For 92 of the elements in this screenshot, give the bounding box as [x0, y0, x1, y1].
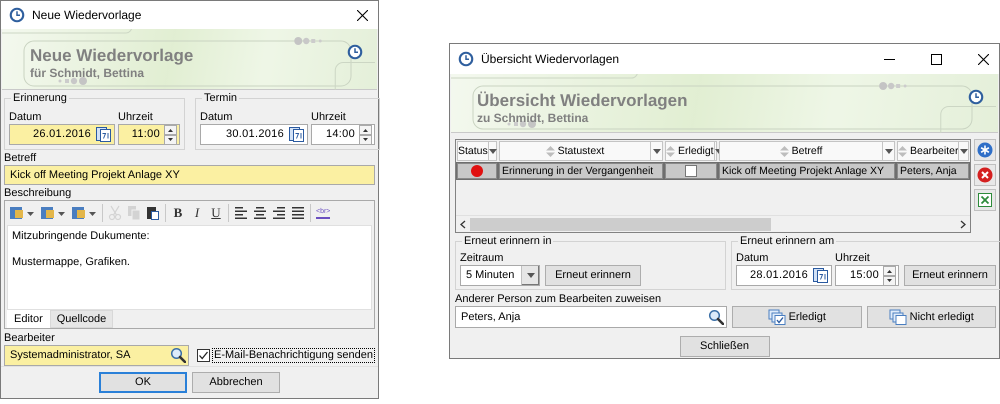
- maximize-button[interactable]: [931, 54, 942, 64]
- insert-menu-icon[interactable]: [40, 205, 66, 222]
- close-button[interactable]: [978, 54, 989, 64]
- spreadsheet-button[interactable]: [974, 189, 996, 211]
- column-header[interactable]: Bearbeiter: [897, 141, 969, 161]
- asterisk-icon: [977, 142, 993, 158]
- spreadsheet-icon: [977, 192, 993, 208]
- horizontal-scrollbar[interactable]: [456, 215, 970, 232]
- field-label: Uhrzeit: [835, 251, 871, 265]
- insert-menu-icon[interactable]: [9, 205, 35, 222]
- column-header[interactable]: Statustext: [499, 141, 663, 161]
- column-header[interactable]: Betreff: [719, 141, 895, 161]
- caret-icon[interactable]: [960, 148, 968, 154]
- stacked-windows-icon: [888, 309, 907, 326]
- delete-button[interactable]: [974, 164, 996, 186]
- date-field[interactable]: 28.01.2016: [736, 265, 832, 286]
- period-dropdown[interactable]: 5 Minuten: [460, 265, 540, 286]
- field-label: Datum: [9, 110, 42, 124]
- close-button[interactable]: [357, 10, 368, 20]
- field-label: Datum: [200, 110, 234, 124]
- text-paragraph: Mustermappe, Grafiken.: [12, 256, 131, 269]
- window-title: Neue Wiedervorlage: [32, 8, 142, 22]
- close-dialog-button[interactable]: Schließen: [680, 336, 770, 358]
- text-paragraph: Mitzubringende Dukumente:: [12, 230, 151, 244]
- time-field[interactable]: 15:00: [835, 265, 899, 286]
- editor-tab[interactable]: Editor: [7, 310, 50, 328]
- assignee-field[interactable]: Peters, Anja: [455, 306, 727, 328]
- group-legend: Erinnerung: [11, 91, 69, 105]
- table-cell: Erinnerung in der Vergangenheit: [499, 163, 663, 179]
- dialog-button[interactable]: OK: [99, 372, 187, 393]
- column-header[interactable]: Erledigt: [665, 141, 717, 161]
- align-left-icon[interactable]: [234, 205, 248, 222]
- window-title: Übersicht Wiedervorlagen: [481, 52, 620, 66]
- date-field[interactable]: 26.01.2016: [9, 124, 115, 145]
- paste-icon[interactable]: [146, 205, 160, 222]
- checkbox-label[interactable]: E-Mail-Benachrichtigung senden: [212, 348, 375, 363]
- caret-icon[interactable]: [884, 148, 892, 154]
- field-label: Uhrzeit: [311, 110, 347, 124]
- bold-button[interactable]: B: [171, 205, 185, 222]
- date-field[interactable]: 30.01.2016: [200, 124, 308, 145]
- time-field[interactable]: 14:00: [311, 124, 375, 145]
- remind-again-button[interactable]: Erneut erinnern: [545, 265, 641, 286]
- table-cell: Kick off Meeting Projekt Anlage XY: [719, 163, 895, 179]
- editor-text-area[interactable]: Mitzubringende Dukumente: Mustermappe, Grafiken.: [7, 225, 372, 310]
- insert-menu-icon[interactable]: [71, 205, 97, 222]
- align-right-icon[interactable]: [272, 205, 286, 222]
- align-center-icon[interactable]: [253, 205, 267, 222]
- caret-icon[interactable]: [488, 148, 497, 154]
- field-label: Zeitraum: [460, 251, 504, 265]
- status-button[interactable]: Erledigt: [732, 306, 862, 328]
- caret-icon[interactable]: [526, 273, 534, 278]
- caret-icon[interactable]: [652, 148, 660, 154]
- underline-button[interactable]: U: [209, 205, 223, 222]
- assignee-field[interactable]: Systemadministrator, SA: [4, 344, 190, 366]
- checked-windows-icon: [768, 309, 786, 326]
- clock-icon: [347, 44, 363, 60]
- calendar-icon[interactable]: [288, 126, 305, 143]
- field-label: Anderer Person zum Bearbeiten zuweisen: [455, 292, 662, 306]
- search-icon[interactable]: [708, 309, 724, 326]
- justify-icon[interactable]: [291, 205, 305, 222]
- subject-field[interactable]: Kick off Meeting Projekt Anlage XY: [4, 165, 375, 186]
- remind-again-button[interactable]: Erneut erinnern: [904, 265, 996, 286]
- clock-icon: [458, 51, 474, 67]
- banner-subtitle: für Schmidt, Bettina: [30, 66, 144, 80]
- clock-icon: [968, 89, 984, 105]
- table-cell: Peters, Anja: [897, 163, 969, 179]
- spin-buttons[interactable]: [164, 124, 177, 144]
- italic-button[interactable]: I: [190, 205, 204, 222]
- banner-title: Neue Wiedervorlage: [30, 46, 194, 66]
- checkbox[interactable]: [197, 348, 210, 362]
- time-field[interactable]: 11:00: [118, 124, 180, 145]
- field-label: Uhrzeit: [118, 110, 154, 124]
- field-label: Datum: [736, 251, 770, 265]
- add-button[interactable]: [974, 139, 996, 161]
- spin-buttons[interactable]: [883, 266, 896, 286]
- banner-subtitle: zu Schmidt, Bettina: [477, 111, 588, 126]
- delete-icon: [977, 167, 993, 183]
- field-label: Beschreibung: [4, 186, 72, 200]
- status-button[interactable]: Nicht erledigt: [866, 306, 996, 328]
- calendar-icon[interactable]: [812, 267, 829, 284]
- calendar-icon[interactable]: [95, 126, 112, 143]
- spin-buttons[interactable]: [359, 124, 372, 144]
- dialog-button[interactable]: Abbrechen: [192, 372, 280, 393]
- field-label: Betreff: [4, 151, 36, 165]
- column-header[interactable]: Status: [457, 141, 497, 161]
- clock-icon: [9, 7, 25, 23]
- banner-title: Übersicht Wiedervorlagen: [477, 91, 688, 111]
- editor-tab[interactable]: Quellcode: [50, 310, 114, 328]
- search-icon[interactable]: [170, 347, 186, 364]
- table-row[interactable]: Erinnerung in der Vergangenheit Kick off Meeting Projekt Anlage XY Peters, Anja: [456, 162, 970, 180]
- field-label: Bearbeiter: [4, 330, 55, 345]
- checkbox[interactable]: [685, 165, 697, 177]
